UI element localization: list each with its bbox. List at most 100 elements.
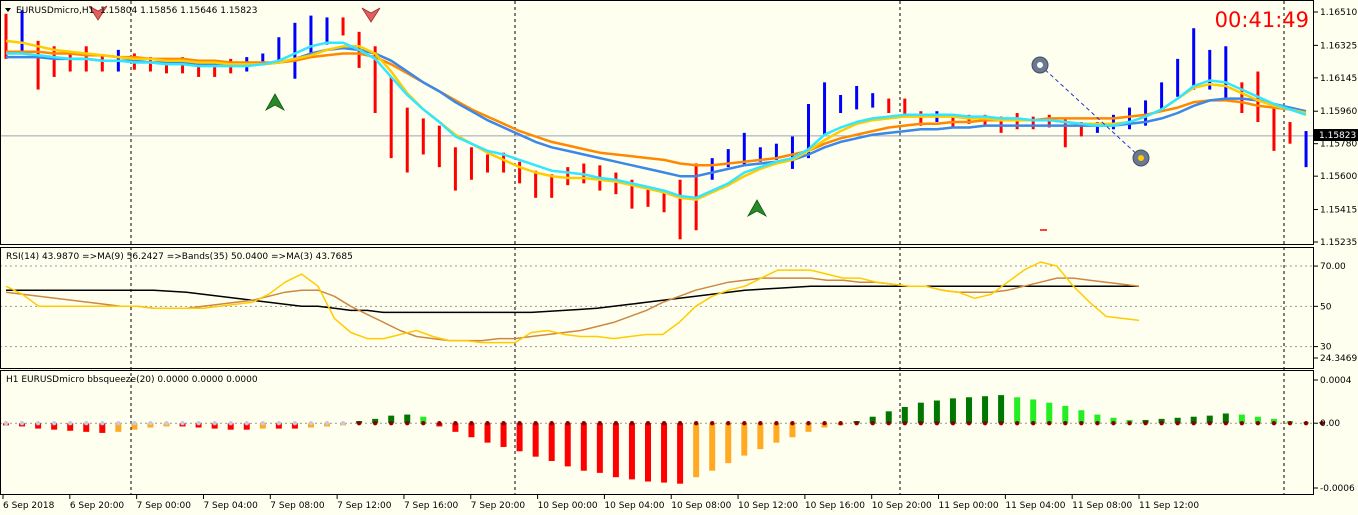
squeeze-dot (742, 421, 747, 426)
handle-dot (1138, 155, 1144, 161)
squeeze-dot (228, 421, 233, 426)
moving-averages (5, 39, 1307, 201)
squeeze-dot (356, 421, 362, 426)
time-tick: 11 Sep 04:00 (1005, 501, 1065, 511)
main-title: EURUSDmicro,H1 (16, 6, 94, 16)
rsi-tick: 30 (1320, 343, 1332, 353)
squeeze-dot (292, 421, 298, 426)
squeeze-bar (933, 400, 940, 424)
squeeze-dot (870, 421, 875, 426)
squeeze-dot (1127, 421, 1132, 426)
rsi-pane[interactable] (0, 261, 1313, 348)
squeeze-bar (532, 423, 539, 457)
squeeze-dot (308, 421, 314, 426)
squeeze-bar (484, 423, 491, 443)
squeeze-dot (661, 421, 667, 426)
squeeze-dot (1063, 421, 1068, 426)
bbsqueeze-axis: 0.0004 0.00 -0.0006 (1313, 376, 1355, 494)
squeeze-dot (565, 421, 570, 426)
squeeze-bar (982, 396, 989, 424)
time-tick: 7 Sep 08:00 (270, 501, 325, 511)
time-tick: 7 Sep 00:00 (137, 501, 192, 511)
squeeze-dot (774, 421, 779, 426)
chevron-down-icon[interactable] (5, 8, 11, 12)
squeeze-dot (790, 421, 795, 426)
squeeze-dot (806, 421, 811, 426)
time-axis: 6 Sep 2018 6 Sep 20:00 7 Sep 00:00 7 Sep 04… (2, 495, 1199, 511)
squeeze-dot (629, 421, 635, 426)
squeeze-dot (453, 421, 458, 426)
price-tick: 1.16510 (1320, 8, 1357, 18)
squeeze-dot (1223, 421, 1229, 426)
squeeze-bar (548, 423, 555, 461)
rsi-line (5, 261, 1140, 344)
squeeze-dot (437, 421, 442, 426)
squeeze-dot (1079, 421, 1084, 426)
time-tick: 7 Sep 20:00 (471, 501, 526, 511)
squeeze-dot (324, 421, 330, 426)
squeeze-bar (966, 397, 972, 424)
squeeze-bar (516, 423, 523, 452)
squeeze-dot (132, 421, 137, 426)
time-tick: 10 Sep 08:00 (671, 501, 731, 511)
squeeze-bar (661, 423, 668, 483)
squeeze-dot (3, 421, 9, 426)
squeeze-dot (1239, 421, 1245, 426)
trading-chart[interactable]: 1.16510 1.16325 1.16145 1.15960 1.15780 1.156… (0, 0, 1358, 515)
time-tick: 6 Sep 2018 (3, 501, 55, 511)
squeeze-dot (613, 421, 619, 426)
squeeze-bar (1062, 405, 1069, 424)
squeeze-bar (741, 423, 748, 456)
time-tick: 7 Sep 04:00 (203, 501, 258, 511)
squeeze-dot (1159, 421, 1164, 426)
squeeze-dot (51, 421, 57, 426)
squeeze-bar (725, 423, 732, 464)
squeeze-bar (949, 398, 956, 424)
squeeze-dot (581, 421, 586, 426)
squeeze-bar (1046, 402, 1053, 424)
squeeze-dot (998, 421, 1004, 426)
price-tick: 1.16325 (1320, 41, 1357, 51)
squeeze-bar (998, 395, 1005, 424)
time-tick: 7 Sep 16:00 (404, 501, 459, 511)
squeeze-dot (934, 421, 940, 426)
price-pane[interactable] (4, 5, 1308, 240)
squeeze-dot (19, 421, 25, 426)
squeeze-dot (838, 421, 843, 426)
squeeze-dot (372, 421, 378, 426)
squeeze-dot (421, 421, 426, 426)
squeeze-dot (1191, 421, 1196, 426)
squeeze-dot (1014, 421, 1020, 426)
squeeze-dot (469, 421, 474, 426)
bbsqueeze-legend: H1 EURUSDmicro bbsqueeze(20) 0.0000 0.00… (6, 375, 258, 385)
squeeze-dot (501, 421, 506, 426)
buy-arrow-icon (746, 199, 768, 218)
bbsqueeze-pane[interactable] (0, 395, 1326, 484)
squeeze-bar (1030, 399, 1037, 424)
squeeze-dot (84, 421, 89, 426)
squeeze-bar (757, 423, 764, 450)
time-tick: 10 Sep 12:00 (738, 501, 798, 511)
time-tick: 10 Sep 00:00 (538, 501, 598, 511)
squeeze-bar (901, 407, 908, 424)
squeeze-dot (1143, 421, 1148, 426)
squeeze-dot (549, 421, 554, 426)
squeeze-dot (260, 421, 265, 426)
trend-line[interactable] (1039, 64, 1142, 159)
squeeze-dot (886, 421, 891, 426)
squeeze-dot (918, 421, 924, 426)
squeeze-bar (677, 423, 684, 484)
squeeze-dot (1287, 421, 1293, 426)
squeeze-dot (1255, 421, 1261, 426)
squeeze-dot (244, 421, 249, 426)
squeeze-dot (726, 421, 731, 426)
squeeze-dot (966, 421, 972, 426)
squeeze-dot (1207, 421, 1212, 426)
squeeze-bar (612, 423, 619, 478)
squeeze-bar (1014, 397, 1021, 424)
current-price-marker: 1.15823 (1314, 129, 1358, 141)
squeeze-dot (485, 421, 490, 426)
squeeze-bar (917, 402, 924, 424)
time-tick: 11 Sep 00:00 (939, 501, 999, 511)
squeeze-dot (1047, 421, 1052, 426)
